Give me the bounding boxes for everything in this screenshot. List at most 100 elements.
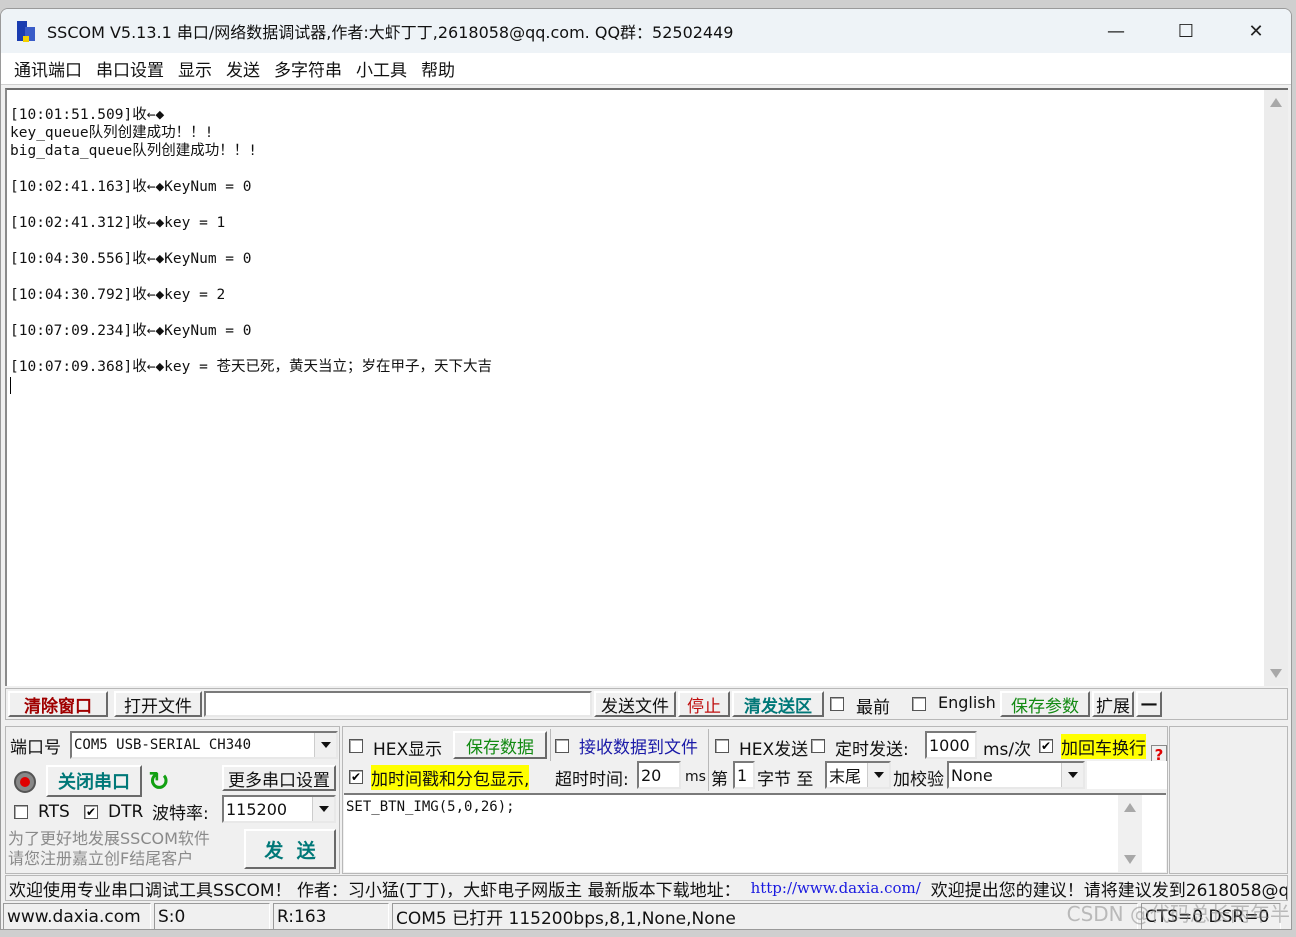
promo-line-1: 为了更好地发展SSCOM软件 [8,829,210,848]
receive-blank-line [10,268,492,286]
collapse-button[interactable]: — [1136,691,1162,717]
menu-multi-string[interactable]: 多字符串 [274,56,342,81]
receive-line: big_data_queue队列创建成功！！! [10,143,257,159]
chevron-down-icon[interactable] [867,763,889,787]
topmost-label: 最前 [856,698,890,718]
timestamp-label: 加时间戳和分包显示, [371,765,530,790]
checksum-select[interactable]: None [947,761,1085,789]
send-input[interactable]: SET_BTN_IMG(5,0,26); [344,793,1166,872]
receive-blank-line [10,304,492,322]
hex-display-checkbox[interactable] [349,739,363,753]
baud-label: 波特率: [152,804,209,824]
timed-send-checkbox[interactable] [811,739,825,753]
menu-comm-port[interactable]: 通讯端口 [14,56,82,81]
menu-serial-settings[interactable]: 串口设置 [96,56,164,81]
status-site: www.daxia.com [3,903,151,929]
rts-label: RTS [38,802,70,822]
dtr-checkbox[interactable]: ✔ [84,805,98,819]
baud-select-value: 115200 [226,799,288,819]
recv-to-file-label: 接收数据到文件 [579,738,698,758]
more-serial-settings-button[interactable]: 更多串口设置 [222,765,336,791]
baud-select[interactable]: 115200 [222,795,336,823]
port-status-led-icon [14,771,36,793]
receive-line: [10:07:09.368]收←◆key = 苍天已死，黄天当立；岁在甲子，天下… [10,359,493,375]
scroll-up-icon[interactable] [1124,803,1136,812]
minimize-button[interactable]: — [1081,9,1151,53]
receive-blank-line [10,340,492,358]
clear-window-button[interactable]: 清除窗口 [8,691,108,717]
stop-button[interactable]: 停止 [678,691,730,717]
port-select[interactable]: COM5 USB-SERIAL CH340 [70,731,338,759]
port-select-value: COM5 USB-SERIAL CH340 [74,737,252,753]
clear-send-button[interactable]: 清发送区 [732,691,824,717]
receive-line: [10:07:09.234]收←◆KeyNum = 0 [10,323,252,339]
watermark: CSDN @代码总长两年半 [1066,902,1290,926]
timeout-input[interactable]: 20 [637,761,681,789]
send-file-button[interactable]: 发送文件 [594,691,676,717]
receive-area[interactable]: [10:01:51.509]收←◆ key_queue队列创建成功！！! big_d… [5,88,1288,686]
english-checkbox[interactable] [912,697,926,711]
timeout-unit-label: ms [685,769,706,785]
english-label: English [938,693,996,712]
file-path-input[interactable] [204,691,592,717]
title-bar: SSCOM V5.13.1 串口/网络数据调试器,作者:大虾丁丁,2618058… [1,9,1291,53]
close-button[interactable]: ✕ [1221,9,1291,53]
dtr-label: DTR [108,802,144,822]
file-toolbar: 清除窗口 打开文件 发送文件 停止 清发送区 最前 English 保存参数 扩… [5,688,1288,720]
scroll-down-icon[interactable] [1124,855,1136,864]
checksum-result-field[interactable] [1087,761,1167,789]
byte-to-select-value: 末尾 [829,767,862,786]
chevron-down-icon[interactable] [314,733,336,757]
checksum-label: 加校验 [893,770,944,790]
byte-from-label: 第 [711,770,728,790]
hex-send-checkbox[interactable] [715,739,729,753]
menu-send[interactable]: 发送 [226,56,260,81]
timed-interval-input[interactable]: 1000 [925,731,977,759]
timeout-label: 超时时间: [555,770,629,790]
refresh-icon[interactable]: ↻ [148,767,170,797]
checksum-select-value: None [951,765,993,785]
close-port-button[interactable]: 关闭串口 [46,765,142,797]
promo-line-2: 请您注册嘉立创F结尾客户 [8,849,194,868]
app-window: SSCOM V5.13.1 串口/网络数据调试器,作者:大虾丁丁,2618058… [0,8,1292,930]
add-crlf-label: 加回车换行 [1061,734,1146,759]
receive-line: [10:01:51.509]收←◆ [10,107,165,123]
send-button[interactable]: 发 送 [244,829,336,869]
byte-to-label: 字节 至 [757,770,814,790]
status-sent-count: S:0 [154,903,270,929]
ticker-text-2: 欢迎提出您的建议！请将建议发到2618058@qq.com [930,880,1287,901]
save-data-button[interactable]: 保存数据 [453,731,547,759]
timestamp-checkbox[interactable]: ✔ [349,770,363,784]
receive-line: [10:04:30.792]收←◆key = 2 [10,287,226,303]
save-params-button[interactable]: 保存参数 [1000,691,1090,717]
menu-help[interactable]: 帮助 [421,56,455,81]
scroll-up-icon[interactable] [1270,98,1282,107]
receive-line: [10:04:30.556]收←◆KeyNum = 0 [10,251,252,267]
receive-line: key_queue队列创建成功！！! [10,125,214,141]
status-received-count: R:163 [273,903,389,929]
ticker-text-1: 欢迎使用专业串口调试工具SSCOM！ 作者：习小猛(丁丁)，大虾电子网版主 最新… [9,880,741,901]
recv-to-file-checkbox[interactable] [555,739,569,753]
menu-tools[interactable]: 小工具 [356,56,407,81]
send-scrollbar[interactable] [1118,795,1142,872]
chevron-down-icon[interactable] [312,797,334,821]
receive-scrollbar[interactable] [1264,90,1288,686]
menu-display[interactable]: 显示 [178,56,212,81]
receive-line: [10:02:41.163]收←◆KeyNum = 0 [10,179,252,195]
expand-button[interactable]: 扩展 [1092,691,1134,717]
chevron-down-icon[interactable] [1061,763,1083,787]
maximize-button[interactable]: ☐ [1151,9,1221,53]
rts-checkbox[interactable] [14,805,28,819]
download-link[interactable]: http://www.daxia.com/ [751,879,921,897]
byte-from-input[interactable]: 1 [733,761,755,789]
status-port-state: COM5 已打开 115200bps,8,1,None,None [392,903,1138,929]
add-crlf-checkbox[interactable]: ✔ [1039,739,1053,753]
window-title: SSCOM V5.13.1 串口/网络数据调试器,作者:大虾丁丁,2618058… [47,23,734,42]
timed-unit-label: ms/次 [983,740,1032,760]
byte-to-select[interactable]: 末尾 [825,761,891,789]
scroll-down-icon[interactable] [1270,669,1282,678]
receive-blank-line [10,232,492,250]
open-file-button[interactable]: 打开文件 [114,691,202,717]
send-input-text: SET_BTN_IMG(5,0,26); [346,799,515,815]
topmost-checkbox[interactable] [830,697,844,711]
